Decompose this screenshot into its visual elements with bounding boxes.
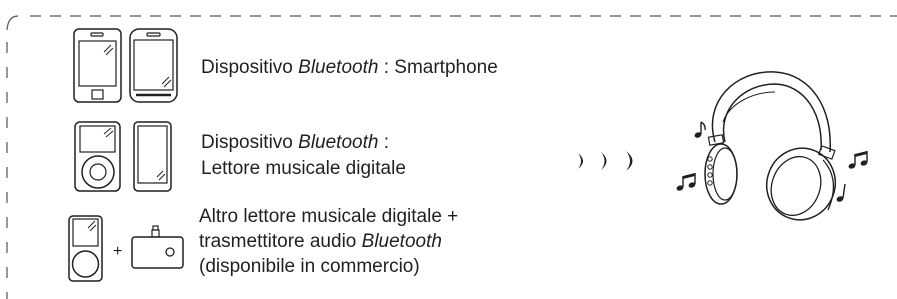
row-3-label-line-3: (disponibile in commercio) [199,256,420,277]
audio-transmitter-icon [131,225,184,269]
plus-sign: + [113,243,123,260]
music-player-icon [68,215,103,282]
smartphone-icon [73,28,122,103]
smartphone-icon [129,28,178,103]
music-player-icon [74,121,121,192]
music-player-icon [133,121,172,192]
row-2-label-line-2: Lettore musicale digitale [201,158,406,179]
headphones-icon [704,71,836,221]
music-note-icon [836,183,846,202]
row-1-label: Dispositivo Bluetooth : Smartphone [201,57,498,78]
signal-arrows-icon [578,151,633,171]
music-note-icon [694,121,706,138]
row-2-label-line-1: Dispositivo Bluetooth : [201,132,390,153]
music-note-icon [848,151,868,169]
music-note-icon [676,173,696,191]
row-3-label-line-1: Altro lettore musicale digitale + [199,206,459,227]
row-3-label-line-2: trasmettitore audio Bluetooth [199,231,442,252]
